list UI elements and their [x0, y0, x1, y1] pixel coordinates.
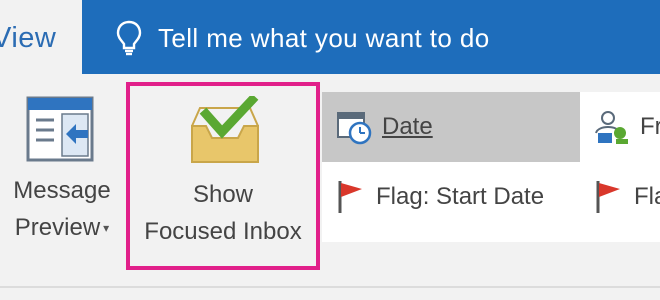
arrange-by-from[interactable]: Fr [580, 92, 660, 162]
red-flag-icon [336, 179, 366, 215]
ribbon-divider [0, 286, 660, 288]
arrange-by-flag-due-date[interactable]: Fla [580, 162, 660, 232]
focused-inbox-icon [186, 93, 264, 179]
arrange-by-from-label: Fr [640, 113, 660, 140]
message-preview-icon [26, 94, 98, 177]
ribbon-tab-bar: View Tell me what you want to do [0, 0, 660, 75]
arrange-by-date[interactable]: Date [322, 92, 580, 162]
tab-view[interactable]: View [0, 0, 82, 75]
red-flag-icon [594, 179, 624, 215]
message-preview-label-line2: Preview ▾ [0, 209, 124, 247]
message-preview-label-text: Preview [14, 214, 101, 241]
tab-view-label: View [0, 22, 57, 54]
calendar-clock-icon [336, 109, 372, 145]
people-icon [594, 109, 630, 145]
dropdown-caret-icon[interactable]: ▾ [103, 221, 109, 235]
arrange-by-flag-start-date[interactable]: Flag: Start Date [322, 162, 580, 232]
show-focused-inbox-label-line1: Show [192, 181, 254, 208]
message-preview-label-line1: Message [13, 177, 111, 204]
show-focused-inbox-label-line2: Focused Inbox [144, 218, 302, 245]
tell-me-text: Tell me what you want to do [158, 22, 490, 53]
lightbulb-icon [116, 20, 142, 56]
tell-me-search[interactable]: Tell me what you want to do [116, 18, 490, 58]
arrange-by-date-label: Date [382, 113, 433, 140]
arrange-by-flag-start-date-label: Flag: Start Date [376, 183, 545, 210]
arrange-by-flag-due-date-label: Fla [634, 183, 660, 210]
show-focused-inbox-button[interactable]: Show Focused Inbox [126, 82, 320, 270]
arrangement-gallery: Date Fr Flag: Start Date Fl [322, 92, 660, 242]
